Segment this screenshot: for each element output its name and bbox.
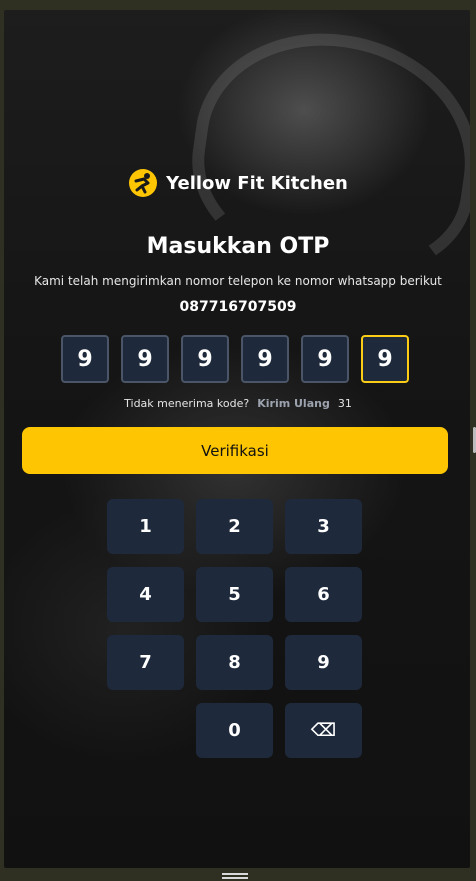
otp-input-row: 9 9 9 9 9 9 bbox=[61, 335, 413, 383]
keypad-key-3[interactable]: 3 bbox=[285, 499, 362, 554]
nav-handle bbox=[222, 873, 248, 879]
resend-row: Tidak menerima kode? Kirim Ulang 31 bbox=[0, 397, 476, 410]
resend-countdown: 31 bbox=[337, 397, 352, 410]
verify-button[interactable]: Verifikasi bbox=[22, 427, 448, 474]
brand-name: Yellow Fit Kitchen bbox=[166, 172, 348, 194]
otp-description: Kami telah mengirimkan nomor telepon ke … bbox=[34, 274, 442, 288]
phone-number: 087716707509 bbox=[179, 299, 297, 315]
keypad-key-6[interactable]: 6 bbox=[285, 567, 362, 622]
otp-digit-1[interactable]: 9 bbox=[61, 335, 109, 383]
backspace-icon[interactable]: ⌫ bbox=[285, 703, 362, 758]
keypad-key-7[interactable]: 7 bbox=[107, 635, 184, 690]
keypad-key-4[interactable]: 4 bbox=[107, 567, 184, 622]
keypad-key-1[interactable]: 1 bbox=[107, 499, 184, 554]
keypad-key-8[interactable]: 8 bbox=[196, 635, 273, 690]
keypad-key-2[interactable]: 2 bbox=[196, 499, 273, 554]
brand-header: Yellow Fit Kitchen bbox=[0, 168, 476, 198]
keypad-key-5[interactable]: 5 bbox=[196, 567, 273, 622]
otp-digit-6[interactable]: 9 bbox=[361, 335, 409, 383]
otp-digit-2[interactable]: 9 bbox=[121, 335, 169, 383]
keypad-key-0[interactable]: 0 bbox=[196, 703, 273, 758]
resend-prompt: Tidak menerima kode? bbox=[124, 397, 250, 410]
running-person-icon bbox=[129, 169, 158, 197]
page-title: Masukkan OTP bbox=[146, 234, 330, 259]
otp-digit-4[interactable]: 9 bbox=[241, 335, 289, 383]
keypad-key-9[interactable]: 9 bbox=[285, 635, 362, 690]
otp-digit-5[interactable]: 9 bbox=[301, 335, 349, 383]
resend-link[interactable]: Kirim Ulang bbox=[257, 397, 330, 410]
otp-digit-3[interactable]: 9 bbox=[181, 335, 229, 383]
